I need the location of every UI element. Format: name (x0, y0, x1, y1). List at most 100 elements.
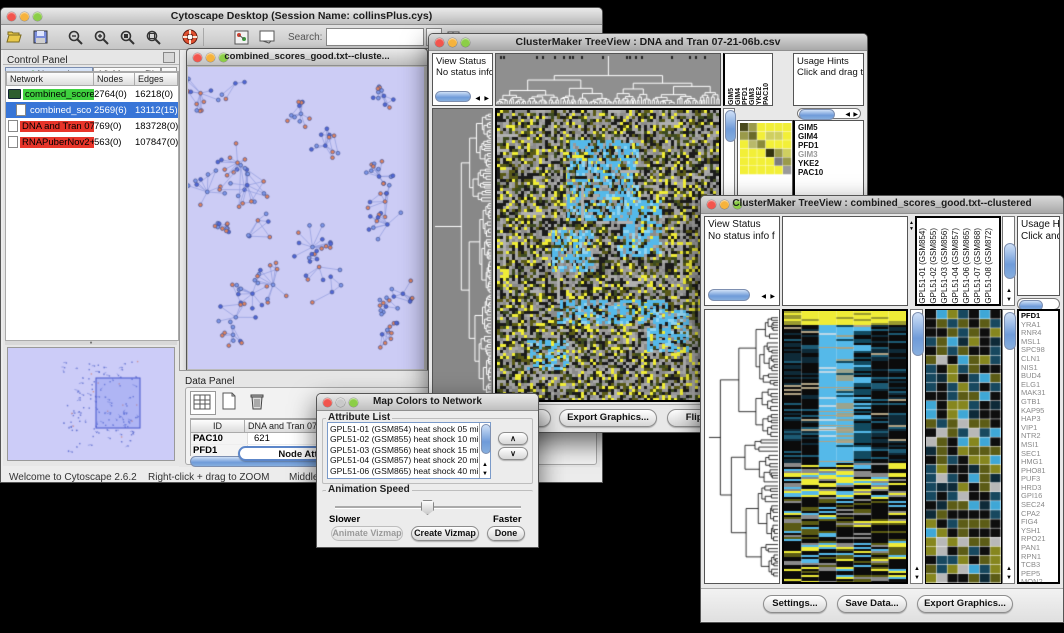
minimize-icon[interactable] (20, 12, 29, 21)
done-button[interactable]: Done (487, 526, 525, 541)
zoom-fit-icon[interactable] (141, 26, 167, 48)
gene-label[interactable]: PFD1 (798, 141, 863, 150)
array-column-label[interactable]: GIM3 (748, 83, 755, 105)
combined-column-labels[interactable]: GPL51-01 (GSM854)GPL51-02 (GSM855)GPL51-… (915, 216, 1001, 306)
modify-network-icon[interactable] (228, 26, 254, 48)
col-nodes[interactable]: Nodes (94, 72, 135, 86)
gene-label[interactable]: PAC10 (798, 168, 863, 177)
col-edges[interactable]: Edges (135, 72, 178, 86)
dna-view-status-panel: View StatusNo status info f ◀ ▶ (432, 53, 493, 106)
gene-label[interactable]: MON2 (1021, 578, 1058, 584)
status-message: Welcome to Cytoscape 2.6.2 (9, 472, 137, 483)
attribute-list-item[interactable]: GPL51-04 (GSM857) heat shock 20 min (330, 455, 488, 465)
settings-button[interactable]: Settings... (763, 595, 827, 613)
attribute-list-vscroll[interactable]: ▲▼ (479, 423, 490, 478)
array-column-label[interactable]: PFD1 (741, 83, 748, 105)
open-folder-icon[interactable] (1, 26, 27, 48)
zoom-in-icon[interactable] (89, 26, 115, 48)
gene-label[interactable]: GIM4 (798, 132, 863, 141)
network-row[interactable]: combined_sco2569(6)13112(15) (6, 102, 178, 118)
gene-label[interactable]: GIM3 (798, 150, 863, 159)
attribute-list-item[interactable]: GPL51-01 (GSM854) heat shock 05 min (330, 424, 488, 434)
array-column-label[interactable]: PAC10 (762, 83, 769, 105)
attribute-list-item[interactable]: GPL51-03 (GSM856) heat shock 15 min (330, 445, 488, 455)
dna-status-scrollbar[interactable] (435, 91, 471, 102)
array-column-label[interactable]: GPL51-08 (GSM872) (984, 228, 995, 304)
combined-column-dendrogram[interactable] (782, 216, 908, 306)
combined-zoom-heatmap[interactable] (925, 309, 1002, 584)
delete-attribute-icon[interactable] (246, 391, 270, 413)
float-panel-icon[interactable] (163, 52, 175, 63)
scroll-right-icon[interactable]: ▶ (770, 293, 775, 300)
combined-gene-labels[interactable]: PFD1YRA1RNR4MSL1SPC98CLN1NIS1BUD4ELG1MAK… (1017, 309, 1060, 584)
main-window-title: Cytoscape Desktop (Session Name: collins… (31, 10, 572, 22)
save-data-button[interactable]: Save Data... (837, 595, 907, 613)
move-down-button[interactable]: ∨ (498, 447, 528, 460)
dna-column-dendrogram[interactable] (495, 53, 721, 106)
dna-hscroll-track[interactable]: ◀▶ (797, 108, 861, 119)
dna-export-graphics-button[interactable]: Export Graphics... (559, 409, 657, 427)
dna-usage-hints-panel: Usage HintsClick and drag tc (793, 53, 864, 106)
splitter-handle[interactable]: ● (5, 341, 177, 345)
array-column-label[interactable]: GPL51-02 (GSM855) (929, 228, 940, 304)
attribute-listbox[interactable]: GPL51-01 (GSM854) heat shock 05 minGPL51… (327, 422, 491, 479)
array-column-label[interactable]: YKE2 (755, 83, 762, 105)
slider-thumb[interactable] (421, 500, 434, 515)
combined-status-scrollbar[interactable] (708, 289, 750, 301)
data-panel-title: Data Panel (179, 376, 234, 387)
file-icon (16, 104, 26, 116)
data-col-id[interactable]: ID (191, 419, 245, 433)
array-column-label[interactable]: GPL51-04 (GSM857) (951, 228, 962, 304)
dna-row-dendrogram[interactable] (432, 108, 493, 402)
attribute-list-item[interactable]: GPL51-06 (GSM865) heat shock 40 min (330, 466, 488, 476)
array-column-label[interactable]: GPL51-07 (GSM868) (973, 228, 984, 304)
network-table-body: combined_scores2764(0)16218(0)combined_s… (6, 86, 178, 150)
dna-heatmap[interactable] (495, 108, 721, 402)
new-attribute-icon[interactable] (218, 391, 242, 413)
array-column-label[interactable]: GPL51-01 (GSM854) (918, 228, 929, 304)
array-column-label[interactable]: GPL51-03 (GSM856) (940, 228, 951, 304)
zoom-selected-icon[interactable] (115, 26, 141, 48)
annotation-icon[interactable] (254, 26, 280, 48)
attribute-list-item[interactable]: GPL51-07 (GSM868) heat shock 60 min (330, 476, 488, 479)
scroll-left-icon[interactable]: ◀ (761, 293, 766, 300)
attribute-list-item[interactable]: GPL51-02 (GSM855) heat shock 10 min (330, 434, 488, 444)
scroll-left-icon[interactable]: ◀ (475, 95, 480, 102)
main-titlebar[interactable]: Cytoscape Desktop (Session Name: collins… (1, 8, 602, 25)
network-row[interactable]: combined_scores2764(0)16218(0) (6, 86, 178, 102)
birdseye-view[interactable] (7, 347, 175, 461)
combined-row-dendrogram[interactable] (704, 309, 780, 584)
array-column-label[interactable]: GIM4 (734, 83, 741, 105)
status-hint-zoom: Right-click + drag to ZOOM (148, 472, 269, 483)
network-canvas[interactable] (188, 67, 424, 369)
help-ring-icon[interactable] (177, 26, 203, 48)
combined-global-vscroll[interactable]: ▲▼ (910, 309, 923, 584)
combined-usage-hints-panel: Usage HiClick and (1017, 216, 1060, 296)
search-input[interactable] (326, 28, 424, 46)
faster-label: Faster (493, 514, 522, 525)
combined-zoom-vscroll[interactable]: ▲▼ (1002, 309, 1015, 584)
close-icon[interactable] (7, 12, 16, 21)
dialog-title: Map Colors to Network (347, 396, 508, 407)
move-up-button[interactable]: ∧ (498, 432, 528, 445)
gene-label[interactable]: YKE2 (798, 159, 863, 168)
array-column-label[interactable]: GPL51-06 (GSM865) (962, 228, 973, 304)
export-graphics-button[interactable]: Export Graphics... (917, 595, 1013, 613)
network-row[interactable]: RNAPuberNov2+563(0)107847(0) (6, 134, 178, 150)
search-label: Search: (288, 32, 322, 43)
array-column-label[interactable]: GIM5 (727, 83, 734, 105)
gene-label[interactable]: GIM5 (798, 123, 863, 132)
dna-column-labels[interactable]: GIM5GIM4PFD1GIM3YKE2PAC10 (723, 53, 773, 106)
save-icon[interactable] (27, 26, 53, 48)
combined-labels-vscroll[interactable]: ▲▼ (1002, 216, 1015, 306)
zoom-out-icon[interactable] (63, 26, 89, 48)
scroll-right-icon[interactable]: ▶ (484, 95, 489, 102)
animation-speed-slider[interactable] (335, 500, 521, 514)
col-network[interactable]: Network (6, 72, 94, 86)
table-icon[interactable] (190, 391, 216, 415)
create-vizmap-button[interactable]: Create Vizmap (411, 526, 479, 541)
network-view-window: combined_scores_good.txt--cluste... (186, 48, 428, 372)
animate-vizmap-button[interactable]: Animate Vizmap (331, 526, 403, 541)
network-row[interactable]: DNA and Tran 07769(0)183728(0) (6, 118, 178, 134)
combined-global-heatmap[interactable] (782, 309, 908, 584)
